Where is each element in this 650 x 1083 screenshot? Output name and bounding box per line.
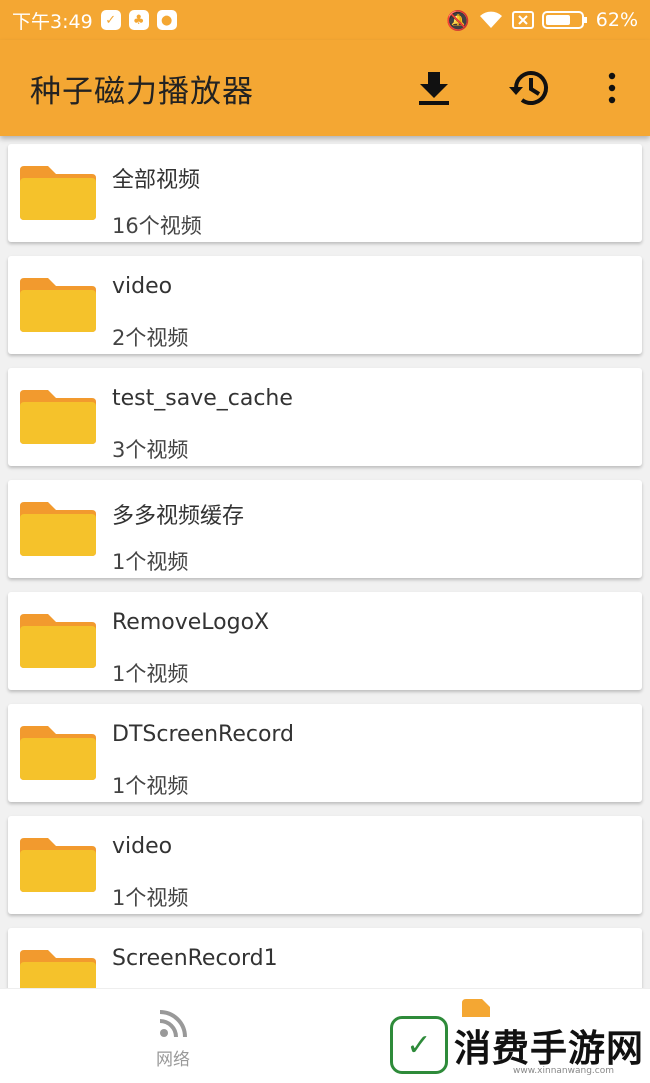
folder-icon: [20, 390, 96, 444]
download-icon: [419, 72, 449, 105]
more-options-button[interactable]: [600, 62, 624, 114]
status-bar: 下午3:49 ✓ ♣ ● 🔕 62%: [0, 0, 650, 40]
folder-name: test_save_cache: [112, 386, 293, 411]
folder-item[interactable]: test_save_cache 3个视频: [8, 368, 642, 466]
folder-video-count: 1个视频: [112, 886, 189, 910]
folder-video-count: 1个视频: [112, 662, 189, 686]
folder-icon: [20, 502, 96, 556]
watermark: ✓ 消费手游网 www.xinnanwang.com: [390, 1016, 644, 1076]
history-icon: [509, 71, 548, 105]
folder-name: RemoveLogoX: [112, 610, 270, 635]
battery-icon: [541, 11, 587, 29]
app-title: 种子磁力播放器: [30, 73, 254, 110]
rss-icon: [159, 1010, 187, 1038]
folder-video-count: 16个视频: [112, 214, 202, 238]
folder-video-count: 1个视频: [112, 550, 189, 574]
folder-icon: [20, 614, 96, 668]
folder-icon: [20, 166, 96, 220]
shield-notification-icon: ✓: [100, 10, 121, 30]
nav-network-label: 网络: [156, 1050, 190, 1070]
message-notification-icon: ●: [156, 10, 177, 30]
nav-tab-network[interactable]: 网络: [148, 1009, 198, 1070]
folder-icon: [20, 838, 96, 892]
folder-video-count: 3个视频: [112, 438, 189, 462]
mute-icon: 🔕: [446, 9, 470, 32]
folder-name: 全部视频: [112, 168, 201, 193]
folder-name: DTScreenRecord: [112, 722, 295, 747]
sim-icon: [511, 11, 534, 29]
app-notification-icon: ♣: [128, 10, 149, 30]
folder-icon: [20, 726, 96, 780]
folder-item[interactable]: DTScreenRecord 1个视频: [8, 704, 642, 802]
download-button[interactable]: [408, 62, 460, 114]
folder-icon: [20, 278, 96, 332]
folder-name: ScreenRecord1: [112, 946, 278, 971]
battery-level: 62%: [595, 9, 638, 31]
folder-icon: [20, 950, 96, 988]
nav-tab-local-icon[interactable]: [458, 997, 494, 1017]
folder-item[interactable]: video 1个视频: [8, 816, 642, 914]
folder-item[interactable]: RemoveLogoX 1个视频: [8, 592, 642, 690]
folder-name: video: [112, 274, 173, 299]
watermark-url: www.xinnanwang.com: [513, 1066, 614, 1076]
folder-item[interactable]: 全部视频 16个视频: [8, 144, 642, 242]
watermark-text: 消费手游网: [454, 1026, 644, 1070]
folder-list[interactable]: 全部视频 16个视频 video 2个视频 test_save_cache 3个…: [0, 136, 650, 988]
folder-item[interactable]: video 2个视频: [8, 256, 642, 354]
status-time: 下午3:49: [12, 10, 93, 33]
more-vert-icon: [608, 72, 616, 104]
folder-video-count: 1个视频: [112, 774, 189, 798]
folder-video-count: 2个视频: [112, 326, 189, 350]
watermark-logo-icon: ✓: [390, 1016, 448, 1074]
folder-name: video: [112, 834, 173, 859]
folder-item[interactable]: 多多视频缓存 1个视频: [8, 480, 642, 578]
app-bar: 种子磁力播放器: [0, 40, 650, 136]
folder-item[interactable]: ScreenRecord1: [8, 928, 642, 988]
folder-name: 多多视频缓存: [112, 504, 245, 529]
history-button[interactable]: [504, 62, 556, 114]
wifi-icon: [479, 11, 502, 28]
